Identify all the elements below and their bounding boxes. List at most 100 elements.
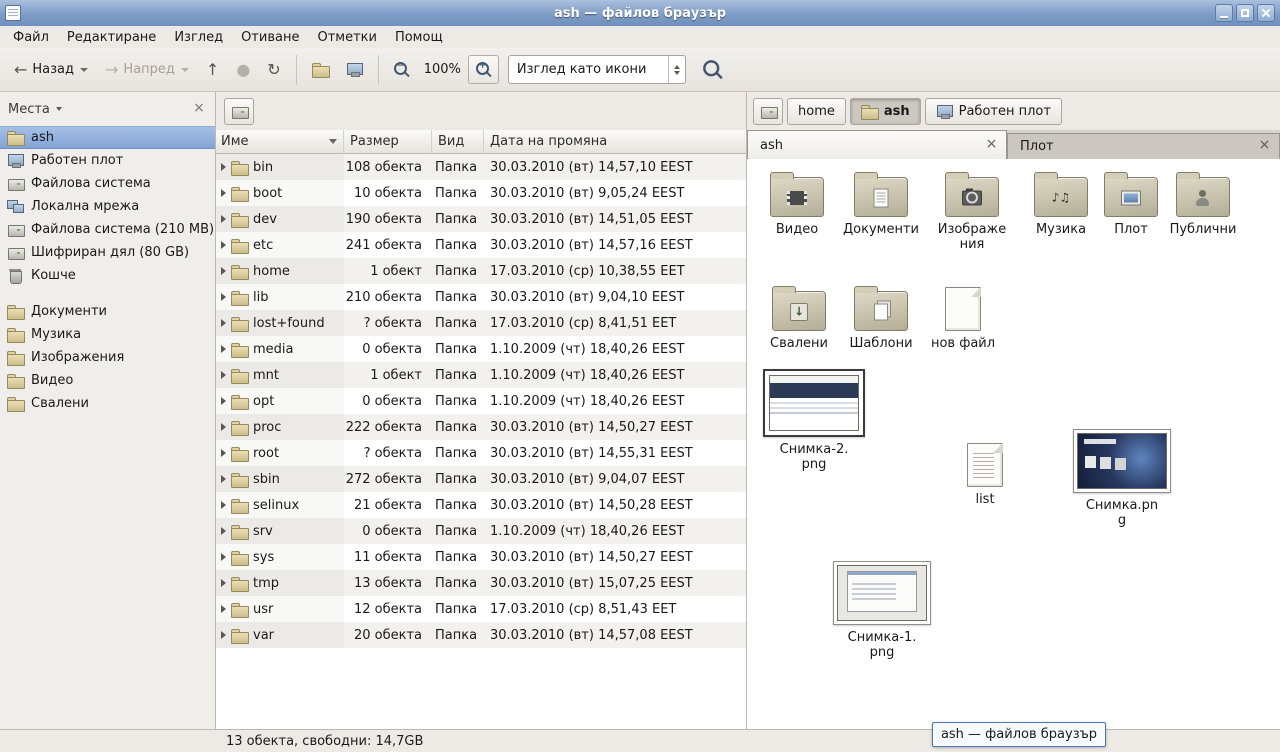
table-row[interactable]: srv0 обектаПапка1.10.2009 (чт) 18,40,26 … — [216, 518, 746, 544]
expander-icon[interactable] — [221, 423, 226, 431]
icon-view-item[interactable]: Свалени — [761, 279, 837, 351]
menu-item[interactable]: Отиване — [232, 28, 308, 47]
expander-icon[interactable] — [221, 241, 226, 249]
pathbar-button[interactable]: ash — [850, 98, 921, 125]
view-mode-select[interactable]: Изглед като икони — [508, 55, 686, 84]
column-header-name[interactable]: Име — [216, 130, 344, 153]
minimize-button[interactable] — [1215, 4, 1233, 22]
view-mode-spinner[interactable] — [668, 56, 685, 83]
expander-icon[interactable] — [221, 371, 226, 379]
table-row[interactable]: dev190 обектаПапка30.03.2010 (вт) 14,51,… — [216, 206, 746, 232]
places-chevron-down-icon[interactable] — [56, 107, 62, 111]
sidebar-item[interactable]: Кошче — [0, 264, 215, 287]
zoom-out-button[interactable]: − — [386, 55, 417, 84]
table-row[interactable]: etc241 обектаПапка30.03.2010 (вт) 14,57,… — [216, 232, 746, 258]
sidebar-item[interactable]: Шифриран дял (80 GB) — [0, 241, 215, 264]
expander-icon[interactable] — [221, 527, 226, 535]
menu-item[interactable]: Помощ — [386, 28, 452, 47]
menu-item[interactable]: Отметки — [308, 28, 385, 47]
expander-icon[interactable] — [221, 163, 226, 171]
table-row[interactable]: usr12 обектаПапка17.03.2010 (ср) 8,51,43… — [216, 596, 746, 622]
table-row[interactable]: root? обектаПапка30.03.2010 (вт) 14,55,3… — [216, 440, 746, 466]
icon-view-item[interactable]: Снимка-2.png — [761, 369, 867, 473]
icon-view-item[interactable]: Снимка-1.png — [829, 557, 935, 661]
sidebar-title[interactable]: Места — [8, 102, 50, 117]
table-row[interactable]: bin108 обектаПапка30.03.2010 (вт) 14,57,… — [216, 154, 746, 180]
icon-view-item[interactable]: Шаблони — [843, 279, 919, 351]
icon-view-item[interactable]: Документи — [839, 165, 923, 237]
sidebar-item[interactable]: Файлова система — [0, 172, 215, 195]
icon-view-item[interactable]: Снимка.png — [1069, 425, 1175, 529]
sidebar-item[interactable]: Видео — [0, 369, 215, 392]
forward-button[interactable]: → Напред — [97, 55, 197, 85]
table-row[interactable]: media0 обектаПапка1.10.2009 (чт) 18,40,2… — [216, 336, 746, 362]
icon-view-item[interactable]: Музика — [1023, 165, 1099, 237]
menu-item[interactable]: Файл — [4, 28, 58, 47]
column-header-type[interactable]: Вид — [432, 130, 484, 153]
icon-view[interactable]: ВидеоДокументиИзображенияМузикаПлотПубли… — [747, 159, 1280, 729]
expander-icon[interactable] — [221, 631, 226, 639]
expander-icon[interactable] — [221, 267, 226, 275]
expander-icon[interactable] — [221, 345, 226, 353]
expander-icon[interactable] — [221, 501, 226, 509]
column-header-date[interactable]: Дата на промяна — [484, 130, 746, 153]
home-button[interactable] — [304, 55, 337, 84]
back-dropdown-caret-icon[interactable] — [80, 68, 88, 72]
column-header-size[interactable]: Размер — [344, 130, 432, 153]
expander-icon[interactable] — [221, 605, 226, 613]
table-row[interactable]: mnt1 обектПапка1.10.2009 (чт) 18,40,26 E… — [216, 362, 746, 388]
sidebar-item[interactable]: Свалени — [0, 392, 215, 415]
stop-button[interactable]: ● — [228, 55, 258, 85]
icon-view-item[interactable]: Изображения — [927, 165, 1017, 253]
tab-close-icon[interactable]: × — [1256, 138, 1273, 155]
icon-view-item[interactable]: list — [947, 435, 1023, 507]
expander-icon[interactable] — [221, 319, 226, 327]
pathbar-button[interactable]: Работен плот — [925, 98, 1062, 125]
table-row[interactable]: sys11 обектаПапка30.03.2010 (вт) 14,50,2… — [216, 544, 746, 570]
sidebar-item[interactable]: Музика — [0, 323, 215, 346]
reload-button[interactable]: ↻ — [259, 55, 288, 85]
sidebar-item[interactable]: Документи — [0, 300, 215, 323]
forward-dropdown-caret-icon[interactable] — [181, 68, 189, 72]
expander-icon[interactable] — [221, 475, 226, 483]
sidebar-item[interactable]: Изображения — [0, 346, 215, 369]
expander-icon[interactable] — [221, 293, 226, 301]
icon-view-item[interactable]: Плот — [1099, 165, 1163, 237]
table-row[interactable]: proc222 обектаПапка30.03.2010 (вт) 14,50… — [216, 414, 746, 440]
table-row[interactable]: tmp13 обектаПапка30.03.2010 (вт) 15,07,2… — [216, 570, 746, 596]
table-row[interactable]: home1 обектПапка17.03.2010 (ср) 10,38,55… — [216, 258, 746, 284]
icon-view-item[interactable]: нов файл — [925, 279, 1001, 351]
close-button[interactable] — [1257, 4, 1275, 22]
expander-icon[interactable] — [221, 449, 226, 457]
table-row[interactable]: sbin272 обектаПапка30.03.2010 (вт) 9,04,… — [216, 466, 746, 492]
expander-icon[interactable] — [221, 215, 226, 223]
computer-button[interactable] — [338, 55, 371, 84]
pathbar-root-button[interactable] — [753, 98, 783, 125]
icon-view-item[interactable]: Видео — [755, 165, 839, 237]
table-row[interactable]: selinux21 обектаПапка30.03.2010 (вт) 14,… — [216, 492, 746, 518]
sidebar-item[interactable]: Локална мрежа — [0, 195, 215, 218]
table-row[interactable]: boot10 обектаПапка30.03.2010 (вт) 9,05,2… — [216, 180, 746, 206]
menu-item[interactable]: Изглед — [165, 28, 232, 47]
expander-icon[interactable] — [221, 553, 226, 561]
sidebar-close-icon[interactable]: × — [191, 101, 207, 117]
sidebar-item[interactable]: Работен плот — [0, 149, 215, 172]
sidebar-item[interactable]: Файлова система (210 MB) — [0, 218, 215, 241]
back-button[interactable]: ← Назад — [6, 55, 96, 85]
menu-item[interactable]: Редактиране — [58, 28, 165, 47]
table-row[interactable]: var20 обектаПапка30.03.2010 (вт) 14,57,0… — [216, 622, 746, 648]
pathbar-root-button[interactable] — [224, 98, 254, 125]
expander-icon[interactable] — [221, 189, 226, 197]
sidebar-item[interactable]: ash — [0, 126, 215, 149]
table-row[interactable]: opt0 обектаПапка1.10.2009 (чт) 18,40,26 … — [216, 388, 746, 414]
up-button[interactable]: ↑ — [198, 55, 227, 85]
search-button[interactable] — [697, 55, 728, 84]
tab-active[interactable]: ash× — [747, 130, 1007, 159]
icon-view-item[interactable]: Публични — [1165, 165, 1241, 237]
maximize-button[interactable] — [1236, 4, 1254, 22]
expander-icon[interactable] — [221, 397, 226, 405]
zoom-in-button[interactable]: + — [468, 55, 499, 84]
titlebar[interactable]: ash — файлов браузър — [0, 0, 1280, 26]
table-row[interactable]: lost+found? обектаПапка17.03.2010 (ср) 8… — [216, 310, 746, 336]
expander-icon[interactable] — [221, 579, 226, 587]
